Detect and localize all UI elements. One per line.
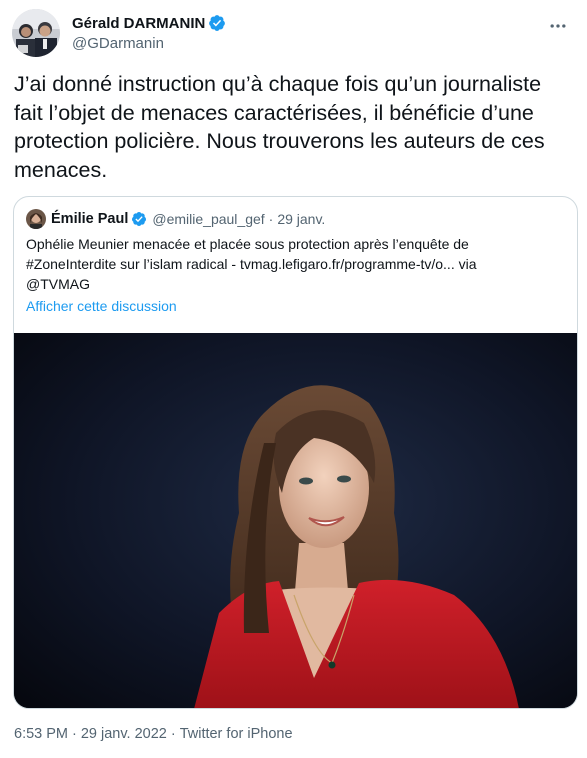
quoted-author-name[interactable]: Émilie Paul [51,211,128,227]
tweet-card: Gérald DARMANIN @GDarmanin J’ai donné in… [0,0,587,758]
ellipsis-icon [550,24,566,28]
tweet-date[interactable]: 29 janv. 2022 [81,726,167,742]
show-thread-link[interactable]: Afficher cette discussion [26,298,177,314]
separator-dot: · [170,726,176,742]
author-name-row: Gérald DARMANIN [72,14,226,32]
tweet-time[interactable]: 6:53 PM [14,726,68,742]
quoted-tweet-date[interactable]: 29 janv. [277,211,325,227]
quoted-author-avatar[interactable] [26,209,46,229]
avatar-photo-icon [12,9,60,57]
tweet-header: Gérald DARMANIN @GDarmanin [12,8,575,58]
quoted-text-line: @TVMAG [26,276,90,292]
avatar-photo-icon [26,209,46,229]
tweet-source-link[interactable]: Twitter for iPhone [180,726,293,742]
author-display-name[interactable]: Gérald DARMANIN [72,15,205,32]
tweet-footer: 6:53 PM · 29 janv. 2022 · Twitter for iPhone [14,726,293,742]
quoted-tweet-text: Ophélie Meunier menacée et placée sous p… [26,234,566,294]
quoted-text-line: Ophélie Meunier menacée et placée sous p… [26,236,469,252]
tweet-text: J’ai donné instruction qu’à chaque fois … [14,72,545,182]
verified-badge-icon [208,14,226,32]
verified-badge-icon [131,211,147,227]
quoted-tweet-header: Émilie Paul @emilie_paul_gef · 29 janv. [26,209,325,229]
author-info: Gérald DARMANIN @GDarmanin [72,14,226,52]
quoted-author-handle[interactable]: @emilie_paul_gef [152,211,264,227]
quoted-tweet[interactable]: Émilie Paul @emilie_paul_gef · 29 janv. … [13,196,578,709]
author-handle[interactable]: @GDarmanin [72,35,226,52]
portrait-photo-icon [14,333,577,708]
more-options-button[interactable] [541,9,575,43]
author-avatar[interactable] [12,9,60,57]
separator-dot: · [268,211,274,227]
separator-dot: · [72,726,77,742]
quoted-tweet-image[interactable] [14,333,577,708]
quoted-text-line: #ZoneInterdite sur l’islam radical - tvm… [26,256,477,272]
